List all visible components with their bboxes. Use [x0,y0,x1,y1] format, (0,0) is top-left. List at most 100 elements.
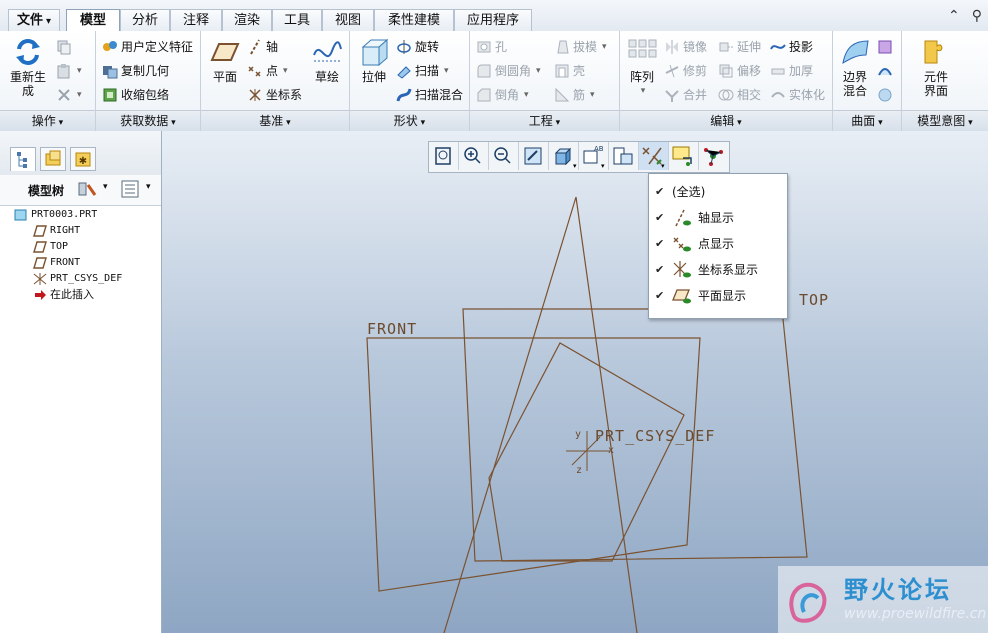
group-label-model-intent[interactable]: 模型意图 [902,110,988,131]
extrude-button[interactable]: 拉伸 [354,37,394,84]
minimize-ribbon-icon[interactable]: ⌃ [948,8,960,24]
tree-item-insert-here[interactable]: 在此插入 [0,287,161,303]
style-button[interactable] [877,37,893,57]
group-label-surface[interactable]: 曲面 [833,110,901,131]
spin-center-button[interactable] [699,142,729,170]
checkbox-checked[interactable] [655,286,666,306]
group-label-engineering[interactable]: 工程 [470,110,619,131]
mirror-button[interactable]: 镜像 [664,37,707,57]
trim-button[interactable]: 修剪 [664,61,707,81]
annotation-display-icon [672,146,692,166]
copy-button[interactable] [56,37,72,57]
checkbox-checked[interactable] [655,208,666,228]
search-icon[interactable]: ⚲ [972,8,982,24]
freestyle-button[interactable] [877,61,893,81]
tab-model[interactable]: 模型 [66,9,120,32]
csys-y-label: y [575,429,583,440]
intersect-button[interactable]: 相交 [718,85,761,105]
group-label-edit[interactable]: 编辑 [620,110,832,131]
tree-item-csys[interactable]: PRT_CSYS_DEF [0,271,161,287]
draft-button[interactable]: 拔模 ▾ [554,37,607,57]
tab-render[interactable]: 渲染 [222,9,272,31]
regenerate-button[interactable]: 重新生成 [6,37,50,98]
axis-display-item[interactable]: 轴显示 [655,208,734,228]
tab-view[interactable]: 视图 [322,9,374,31]
project-button[interactable]: 投影 [770,37,813,57]
point-button[interactable]: 点 ▾ [247,61,288,81]
plane-button[interactable]: 平面 [205,37,245,84]
point-display-item[interactable]: 点显示 [655,234,734,254]
swept-blend-button[interactable]: 扫描混合 [396,85,463,105]
group-label-operation[interactable]: 操作 [0,110,95,131]
show-columns-icon[interactable] [120,179,140,202]
sphere-button[interactable] [877,85,893,105]
offset-button[interactable]: 偏移 [718,61,761,81]
sketch-button[interactable]: 草绘 [307,37,347,84]
group-label-datum[interactable]: 基准 [201,110,349,131]
plane-display-item[interactable]: 平面显示 [655,286,746,306]
insert-arrow-icon [33,289,47,301]
paste-button[interactable]: ▾ [56,61,82,81]
refit-icon [435,147,451,165]
chamfer-button[interactable]: 倒角 ▾ [476,85,529,105]
component-interface-button[interactable]: 元件 界面 [916,37,956,98]
shrinkwrap-icon [102,87,118,103]
annotation-display-button[interactable] [669,142,699,170]
graphics-viewport[interactable]: FRONT TOP PRT_CSYS_DEF y x z ▾ AB ▾ ▾ [162,131,988,633]
view-manager-button[interactable] [609,142,639,170]
zoom-in-button[interactable] [459,142,489,170]
boundary-blend-button[interactable]: 边界 混合 [837,37,873,98]
csys-button[interactable]: 坐标系 [247,85,302,105]
copy-geometry-button[interactable]: 复制几何 [102,61,169,81]
project-icon [770,39,786,55]
datum-display-filters-button[interactable]: ▾ [639,142,669,170]
delete-button[interactable]: ▾ [56,85,82,105]
datum-display-menu: (全选) 轴显示 点显示 坐标系显示 平面显示 [648,173,788,319]
saved-orientations-button[interactable]: AB ▾ [579,142,609,170]
tab-annotate[interactable]: 注释 [170,9,222,31]
hole-button[interactable]: 孔 [476,37,507,57]
group-label-get-data[interactable]: 获取数据 [96,110,200,131]
tree-item-front[interactable]: FRONT [0,255,161,271]
watermark-title: 野火论坛 [844,576,952,604]
revolve-button[interactable]: 旋转 [396,37,439,57]
tree-item-right[interactable]: RIGHT [0,223,161,239]
round-button[interactable]: 倒圆角 ▾ [476,61,541,81]
menu-bar: 文件 模型 分析 注释 渲染 工具 视图 柔性建模 应用程序 ⌃ ⚲ [0,0,988,32]
extend-button[interactable]: 延伸 [718,37,761,57]
select-all-item[interactable]: (全选) [655,182,705,202]
checkbox-checked[interactable] [655,182,666,202]
sweep-button[interactable]: 扫描 ▾ [396,61,449,81]
settings-dropdown-icon[interactable]: ▾ [103,182,108,192]
solidify-button[interactable]: 实体化 [770,85,825,105]
tab-applications[interactable]: 应用程序 [454,9,532,31]
thicken-button[interactable]: 加厚 [770,61,813,81]
csys-display-item[interactable]: 坐标系显示 [655,260,758,280]
tree-item-top[interactable]: TOP [0,239,161,255]
settings-icon[interactable] [76,179,98,202]
tab-analysis[interactable]: 分析 [120,9,170,31]
tab-file[interactable]: 文件 [8,9,60,31]
checkbox-checked[interactable] [655,234,666,254]
shell-label: 壳 [573,64,586,78]
axis-button[interactable]: 轴 [247,37,278,57]
display-style-button[interactable]: ▾ [549,142,579,170]
zoom-out-button[interactable] [489,142,519,170]
rib-button[interactable]: 筋 ▾ [554,85,595,105]
merge-button[interactable]: 合并 [664,85,707,105]
repaint-button[interactable] [519,142,549,170]
group-label-shape[interactable]: 形状 [350,110,469,131]
show-dropdown-icon[interactable]: ▾ [146,182,151,192]
folder-browser-tab[interactable] [40,147,66,171]
tab-tools[interactable]: 工具 [272,9,322,31]
shrinkwrap-button[interactable]: 收缩包络 [102,85,169,105]
tab-flexible-modeling[interactable]: 柔性建模 [374,9,454,31]
favorites-tab[interactable]: ✱ [70,147,96,171]
tree-item-part[interactable]: PRT0003.PRT [0,207,161,223]
checkbox-checked[interactable] [655,260,666,280]
model-tree-tab[interactable] [10,147,36,171]
user-defined-feature-button[interactable]: 用户定义特征 [102,37,193,57]
refit-button[interactable] [429,142,459,170]
shell-button[interactable]: 壳 [554,61,585,81]
pattern-button[interactable]: 阵列 ▾ [624,37,660,98]
